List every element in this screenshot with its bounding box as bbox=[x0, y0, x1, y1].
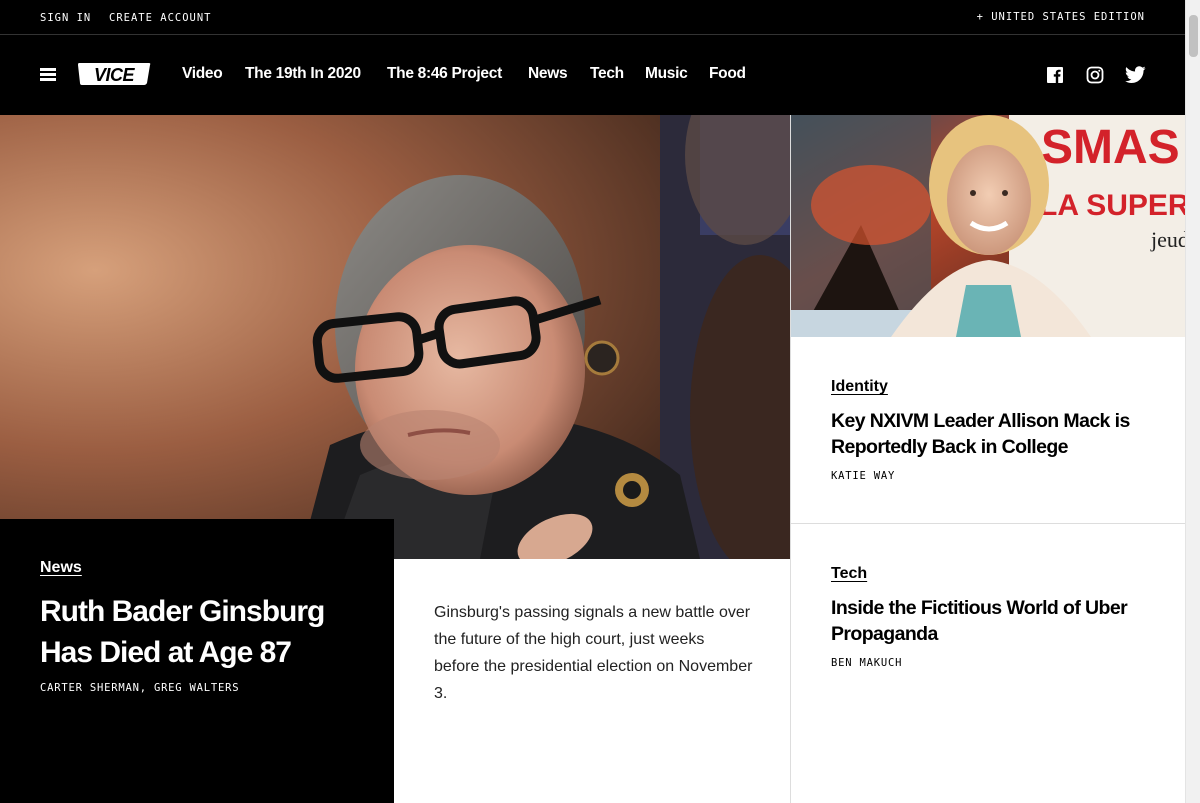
poster-text-line1: SMAS bbox=[1041, 121, 1180, 174]
nav-item-news[interactable]: News bbox=[528, 65, 568, 83]
hero-section-link[interactable]: News bbox=[40, 559, 82, 577]
nav-item-19th-in-2020[interactable]: The 19th In 2020 bbox=[245, 65, 361, 83]
utility-bar: SIGN IN CREATE ACCOUNT + UNITED STATES E… bbox=[0, 0, 1185, 35]
vice-logo[interactable]: VICE bbox=[76, 62, 152, 86]
story-1-headline[interactable]: Key NXIVM Leader Allison Mack is Reporte… bbox=[831, 408, 1161, 460]
scrollbar-thumb[interactable] bbox=[1189, 15, 1198, 57]
nav-item-video[interactable]: Video bbox=[182, 65, 223, 83]
nav-item-tech[interactable]: Tech bbox=[590, 65, 624, 83]
sign-in-link[interactable]: SIGN IN bbox=[40, 12, 91, 24]
page-scrollbar[interactable] bbox=[1185, 0, 1200, 803]
story-image-allison-mack[interactable]: SMAS LA SUPER N jeud bbox=[791, 115, 1185, 337]
facebook-icon[interactable] bbox=[1046, 66, 1064, 84]
svg-text:VICE: VICE bbox=[94, 65, 136, 85]
hero-dek: Ginsburg's passing signals a new battle … bbox=[434, 604, 753, 702]
hero-headline[interactable]: Ruth Bader Ginsburg Has Died at Age 87 bbox=[40, 591, 370, 673]
hero-byline[interactable]: CARTER SHERMAN, GREG WALTERS bbox=[40, 682, 239, 694]
story-2-byline[interactable]: BEN MAKUCH bbox=[831, 657, 902, 669]
poster-text-line2: LA SUPER N bbox=[1039, 189, 1185, 222]
story-divider bbox=[791, 523, 1185, 524]
story-2-section-link[interactable]: Tech bbox=[831, 565, 867, 583]
story-1-section-link[interactable]: Identity bbox=[831, 378, 888, 396]
story-2-headline[interactable]: Inside the Fictitious World of Uber Prop… bbox=[831, 595, 1161, 647]
instagram-icon[interactable] bbox=[1086, 66, 1104, 84]
hero-image[interactable] bbox=[0, 115, 790, 559]
create-account-link[interactable]: CREATE ACCOUNT bbox=[109, 12, 212, 24]
nav-item-846-project[interactable]: The 8:46 Project bbox=[387, 65, 502, 83]
nav-item-music[interactable]: Music bbox=[645, 65, 688, 83]
poster-text-line3: jeud bbox=[1150, 227, 1185, 252]
edition-selector[interactable]: + UNITED STATES EDITION bbox=[977, 11, 1145, 23]
nav-item-food[interactable]: Food bbox=[709, 65, 746, 83]
twitter-icon[interactable] bbox=[1125, 66, 1146, 84]
hero-card: News Ruth Bader Ginsburg Has Died at Age… bbox=[0, 519, 394, 803]
menu-icon[interactable] bbox=[40, 68, 56, 81]
story-1-byline[interactable]: KATIE WAY bbox=[831, 470, 895, 482]
main-nav: VICE Video The 19th In 2020 The 8:46 Pro… bbox=[0, 35, 1185, 115]
